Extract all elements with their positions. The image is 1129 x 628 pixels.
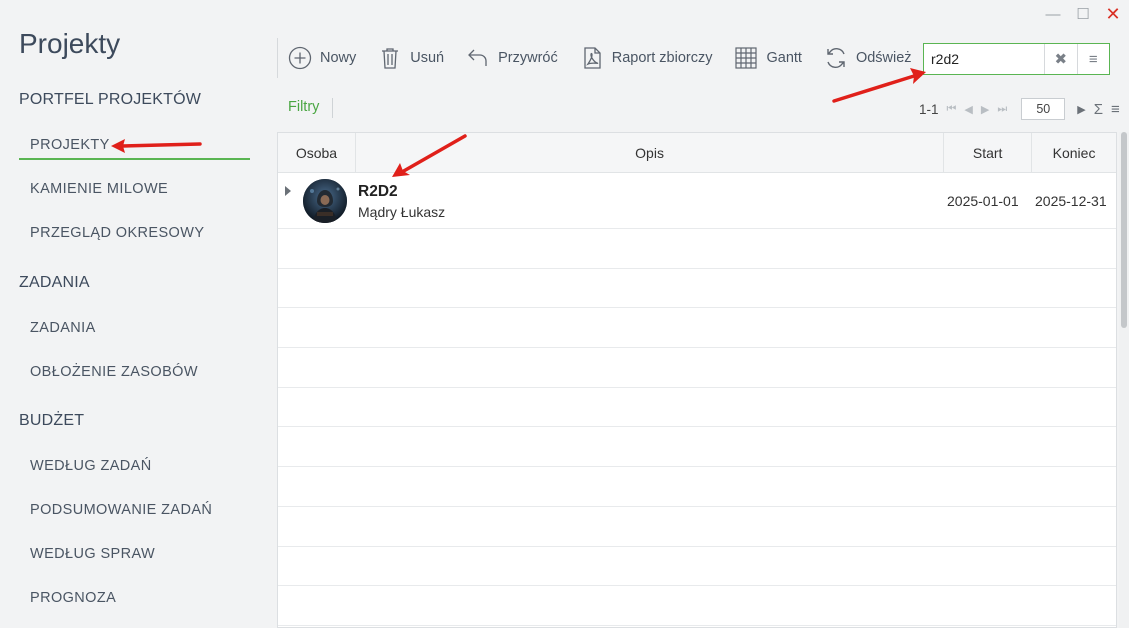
close-icon[interactable]: ✕ bbox=[1105, 4, 1121, 24]
last-page-icon[interactable]: ⏭ bbox=[997, 103, 1007, 116]
report-button-label: Raport zbiorczy bbox=[611, 50, 713, 66]
plus-circle-icon bbox=[288, 46, 312, 70]
page-size-dropdown-icon[interactable]: ▶ bbox=[1077, 103, 1085, 116]
grid-header: Osoba Opis Start Koniec bbox=[278, 133, 1116, 173]
restore-button[interactable]: Przywróć bbox=[466, 46, 558, 70]
column-header-osoba[interactable]: Osoba bbox=[278, 133, 356, 172]
column-header-start[interactable]: Start bbox=[944, 133, 1033, 172]
pdf-document-icon bbox=[584, 47, 601, 69]
table-row[interactable]: R2D2 Mądry Łukasz 2025-01-01 2025-12-31 bbox=[278, 173, 1116, 229]
grid-scrollbar[interactable] bbox=[1119, 132, 1129, 628]
undo-icon bbox=[468, 49, 487, 66]
columns-menu-icon[interactable]: ≡ bbox=[1111, 101, 1120, 118]
pager: 1-1 ⏮ ◀ ▶ ⏭ 50 ▶ Σ ≡ bbox=[919, 98, 1120, 120]
minimize-icon[interactable]: — bbox=[1045, 4, 1061, 24]
column-header-opis[interactable]: Opis bbox=[356, 133, 945, 172]
section-header-zadania: ZADANIA bbox=[19, 274, 90, 291]
projects-grid: Osoba Opis Start Koniec R2D2 Mądry Łukas… bbox=[277, 132, 1117, 628]
sidebar-item-wedlug-zadan[interactable]: WEDŁUG ZADAŃ bbox=[19, 451, 250, 481]
restore-button-label: Przywróć bbox=[498, 50, 558, 66]
pager-range: 1-1 bbox=[919, 101, 939, 117]
delete-button-label: Usuń bbox=[410, 50, 445, 66]
empty-row bbox=[278, 507, 1116, 547]
gantt-button[interactable]: Gantt bbox=[734, 46, 802, 70]
filters-divider bbox=[332, 98, 333, 118]
sidebar-item-podsumowanie-zadan[interactable]: PODSUMOWANIE ZADAŃ bbox=[19, 495, 250, 525]
first-page-icon[interactable]: ⏮ bbox=[947, 103, 957, 116]
maximize-icon[interactable]: ☐ bbox=[1075, 4, 1091, 24]
filters-link[interactable]: Filtry bbox=[288, 99, 319, 115]
avatar bbox=[303, 179, 347, 223]
column-header-koniec[interactable]: Koniec bbox=[1032, 133, 1116, 172]
empty-row bbox=[278, 586, 1116, 626]
sidebar-item-kamienie-milowe[interactable]: KAMIENIE MILOWE bbox=[19, 174, 250, 204]
empty-row bbox=[278, 427, 1116, 468]
sidebar-item-projekty[interactable]: PROJEKTY bbox=[19, 130, 250, 160]
sidebar-item-prognoza[interactable]: PROGNOZA bbox=[19, 583, 250, 613]
project-name: R2D2 bbox=[358, 183, 398, 200]
search-menu-icon[interactable]: ≡ bbox=[1076, 44, 1110, 74]
app-title: Projekty bbox=[19, 28, 121, 59]
trash-icon bbox=[382, 48, 399, 69]
grid-icon bbox=[735, 47, 758, 69]
empty-row bbox=[278, 269, 1116, 309]
sum-icon[interactable]: Σ bbox=[1094, 101, 1103, 118]
sidebar-item-przeglad-okresowy[interactable]: PRZEGLĄD OKRESOWY bbox=[19, 218, 250, 248]
empty-row bbox=[278, 467, 1116, 507]
sidebar: Projekty PORTFEL PROJEKTÓW PROJEKTY KAMI… bbox=[0, 0, 262, 628]
clear-search-icon[interactable]: ✖ bbox=[1044, 44, 1077, 74]
empty-row bbox=[278, 308, 1116, 349]
new-button[interactable]: Nowy bbox=[288, 46, 356, 70]
project-owner: Mądry Łukasz bbox=[358, 204, 446, 220]
project-end-date: 2025-12-31 bbox=[1035, 193, 1107, 209]
section-header-portfel: PORTFEL PROJEKTÓW bbox=[19, 91, 202, 108]
sidebar-item-obciazenie-zasobow[interactable]: OBŁOŻENIE ZASOBÓW bbox=[19, 357, 250, 387]
toolbar: Nowy Usuń Przywróć Raport zbiorczy Gantt… bbox=[277, 38, 934, 78]
report-button[interactable]: Raport zbiorczy bbox=[580, 46, 713, 70]
refresh-icon bbox=[827, 48, 845, 68]
empty-row bbox=[278, 547, 1116, 587]
scrollbar-thumb[interactable] bbox=[1121, 132, 1127, 328]
empty-row bbox=[278, 388, 1116, 428]
empty-row bbox=[278, 229, 1116, 269]
expand-row-icon[interactable] bbox=[285, 186, 291, 196]
prev-page-icon[interactable]: ◀ bbox=[964, 103, 972, 116]
refresh-button-label: Odśwież bbox=[855, 50, 912, 66]
section-header-budzet: BUDŻET bbox=[19, 412, 85, 429]
sidebar-item-zadania[interactable]: ZADANIA bbox=[19, 313, 250, 343]
new-button-label: Nowy bbox=[320, 50, 357, 66]
search-input[interactable] bbox=[924, 44, 1044, 74]
delete-button[interactable]: Usuń bbox=[378, 46, 444, 70]
empty-row bbox=[278, 348, 1116, 388]
window-controls: — ☐ ✕ bbox=[1045, 4, 1121, 24]
gantt-button-label: Gantt bbox=[766, 50, 802, 66]
sidebar-item-wedlug-spraw[interactable]: WEDŁUG SPRAW bbox=[19, 539, 250, 569]
next-page-icon[interactable]: ▶ bbox=[981, 103, 989, 116]
page-size-input[interactable]: 50 bbox=[1021, 98, 1066, 120]
refresh-button[interactable]: Odśwież bbox=[824, 46, 912, 70]
search-box: ✖ ≡ bbox=[923, 43, 1110, 75]
project-start-date: 2025-01-01 bbox=[947, 193, 1019, 209]
